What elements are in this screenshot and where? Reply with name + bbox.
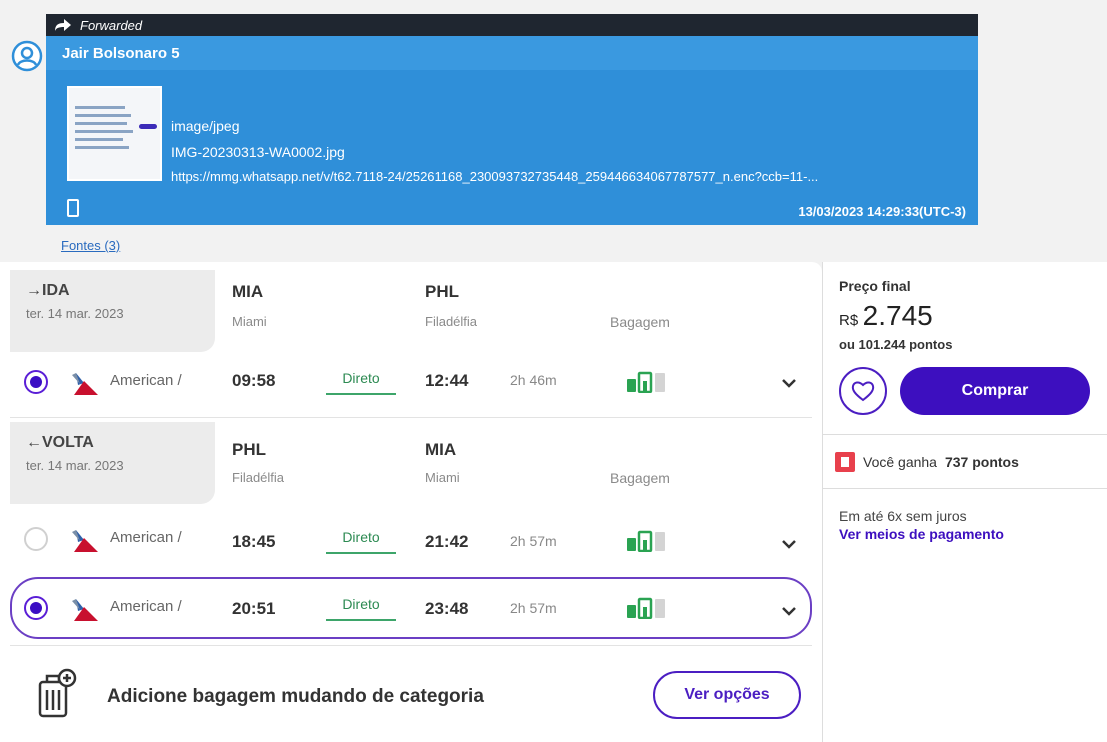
final-price-label: Preço final <box>839 278 911 294</box>
flight-option-row[interactable]: American / 09:58 Direto 12:44 2h 46m <box>10 351 812 413</box>
flight-duration: 2h 46m <box>510 372 557 388</box>
chevron-down-icon[interactable] <box>781 538 797 550</box>
inbound-baggage-label: Bagagem <box>610 470 670 486</box>
flight-option-row-selected[interactable]: American / 20:51 Direto 23:48 2h 57m <box>10 577 812 639</box>
add-baggage-text: Adicione bagagem mudando de categoria <box>107 686 484 707</box>
price-value: 2.745 <box>862 300 933 331</box>
arrive-time: 21:42 <box>425 532 469 551</box>
screen: Forwarded Jair Bolsonaro 5 image/jpeg IM… <box>0 0 1107 742</box>
american-airlines-logo <box>72 530 98 552</box>
divider <box>10 645 812 646</box>
stops-label: Direto <box>342 370 380 386</box>
stops-label: Direto <box>342 596 380 612</box>
divider <box>823 488 1107 489</box>
message-bubble: Jair Bolsonaro 5 image/jpeg IMG-20230313… <box>46 36 978 225</box>
stops-underline <box>326 552 396 554</box>
flight-option-row[interactable]: American / 18:45 Direto 21:42 2h 57m <box>10 508 812 570</box>
american-airlines-logo <box>72 599 98 621</box>
inbound-dest-code: MIA <box>425 440 457 459</box>
forwarded-label: Forwarded <box>80 17 143 33</box>
flight-duration: 2h 57m <box>510 533 557 549</box>
american-airlines-logo <box>72 373 98 395</box>
pricing-panel: Preço final R$ 2.745 ou 101.244 pontos C… <box>822 262 1107 742</box>
chevron-down-icon[interactable] <box>781 377 797 389</box>
airline-name: American / <box>110 598 182 615</box>
stops-underline <box>326 393 396 395</box>
forward-arrow-icon <box>55 19 71 31</box>
inbound-origin-city: Filadélfia <box>232 470 285 485</box>
sender-name[interactable]: Jair Bolsonaro 5 <box>46 36 978 70</box>
chevron-down-icon[interactable] <box>781 605 797 617</box>
outbound-dest-city: Filadélfia <box>425 314 478 329</box>
arrive-time: 23:48 <box>425 599 469 618</box>
flight-radio[interactable] <box>24 527 48 551</box>
divider <box>823 434 1107 435</box>
media-url[interactable]: https://mmg.whatsapp.net/v/t62.7118-24/2… <box>171 169 818 184</box>
user-avatar-icon[interactable] <box>11 40 43 72</box>
outbound-origin-code: MIA <box>232 282 264 301</box>
points-alternative: ou 101.244 pontos <box>839 337 953 352</box>
outbound-origin-city: Miami <box>232 314 267 329</box>
depart-time: 18:45 <box>232 532 276 551</box>
inbound-header: ←VOLTA ter. 14 mar. 2023 <box>10 422 215 504</box>
message-timestamp: 13/03/2023 14:29:33(UTC-3) <box>798 204 966 219</box>
heart-icon <box>851 381 875 402</box>
see-options-button[interactable]: Ver opções <box>653 671 801 719</box>
sources-link[interactable]: Fontes (3) <box>61 238 120 253</box>
inbound-title: ←VOLTA <box>26 434 94 451</box>
buy-button[interactable]: Comprar <box>900 367 1090 415</box>
mime-type: image/jpeg <box>171 118 240 134</box>
outbound-dest-code: PHL <box>425 282 459 301</box>
phone-icon <box>67 199 79 217</box>
inbound-origin-code: PHL <box>232 440 266 459</box>
points-badge-icon <box>835 452 855 472</box>
payment-methods-link[interactable]: Ver meios de pagamento <box>839 526 1004 542</box>
flight-radio[interactable] <box>24 596 48 620</box>
flight-radio[interactable] <box>24 370 48 394</box>
favorite-button[interactable] <box>839 367 887 415</box>
airline-name: American / <box>110 529 182 546</box>
inbound-date: ter. 14 mar. 2023 <box>26 458 124 473</box>
flight-panel: →IDA ter. 14 mar. 2023 MIA Miami PHL Fil… <box>0 262 822 742</box>
stops-underline <box>326 619 396 621</box>
stops-label: Direto <box>342 529 380 545</box>
final-price: R$ 2.745 <box>839 300 933 332</box>
currency-symbol: R$ <box>839 312 859 329</box>
outbound-header: →IDA ter. 14 mar. 2023 <box>10 270 215 352</box>
image-thumbnail[interactable] <box>67 86 162 181</box>
baggage-icons <box>627 530 665 552</box>
flight-duration: 2h 57m <box>510 600 557 616</box>
forwarded-bar: Forwarded <box>46 14 978 36</box>
baggage-icons <box>627 597 665 619</box>
inbound-dest-city: Miami <box>425 470 460 485</box>
depart-time: 09:58 <box>232 371 276 390</box>
divider <box>10 417 812 418</box>
installments-text: Em até 6x sem juros <box>839 508 967 524</box>
file-name: IMG-20230313-WA0002.jpg <box>171 144 345 160</box>
outbound-date: ter. 14 mar. 2023 <box>26 306 124 321</box>
earn-points-value: 737 pontos <box>944 454 1019 470</box>
earn-points: Você ganha 737 pontos <box>835 450 1019 474</box>
earn-prefix: Você ganha <box>863 454 937 470</box>
baggage-icons <box>627 371 665 393</box>
outbound-baggage-label: Bagagem <box>610 314 670 330</box>
outbound-title: →IDA <box>26 282 70 299</box>
airline-name: American / <box>110 372 182 389</box>
arrive-time: 12:44 <box>425 371 469 390</box>
luggage-add-icon <box>38 668 77 718</box>
depart-time: 20:51 <box>232 599 276 618</box>
